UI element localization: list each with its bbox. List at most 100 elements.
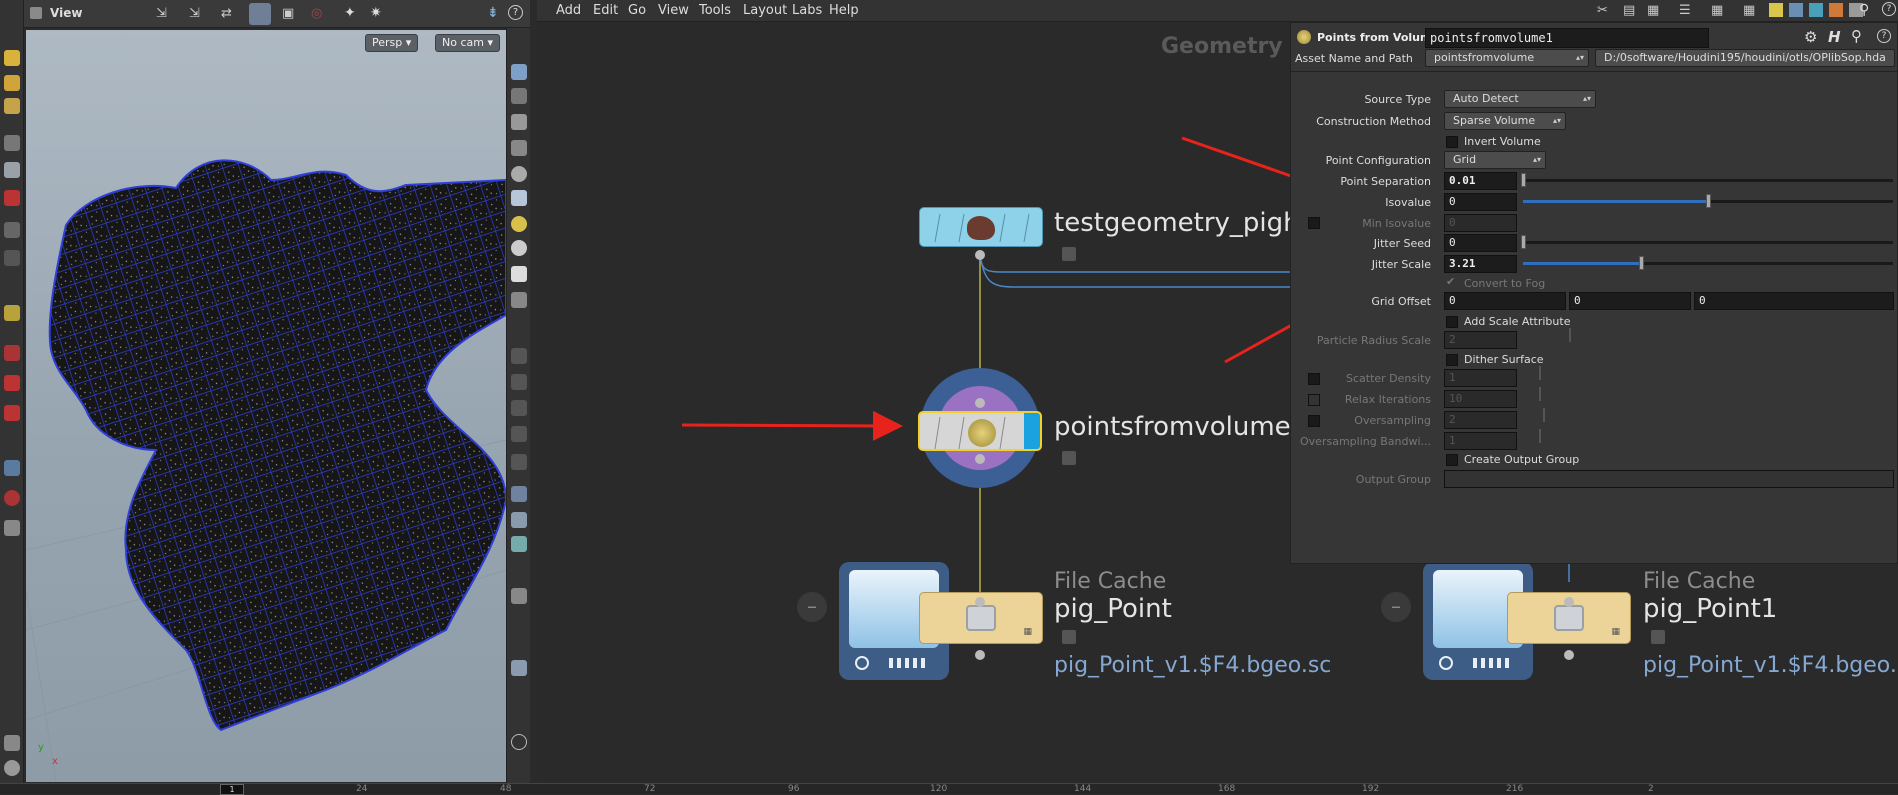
network-grid-icon[interactable]: ▦ bbox=[1743, 3, 1755, 18]
current-frame-field[interactable]: 1 bbox=[220, 784, 244, 795]
background-image-icon[interactable] bbox=[511, 660, 527, 676]
slider-handle[interactable] bbox=[1706, 194, 1711, 208]
snap-grid-icon[interactable] bbox=[4, 250, 20, 266]
headlight-icon[interactable] bbox=[511, 216, 527, 232]
select-loop-icon[interactable]: ⇄ bbox=[221, 6, 232, 21]
select-tool-icon[interactable] bbox=[4, 50, 20, 66]
menu-labs[interactable]: Labs bbox=[792, 3, 822, 18]
point-configuration-dropdown[interactable]: Grid ▴▾ bbox=[1444, 151, 1546, 169]
menu-go[interactable]: Go bbox=[628, 3, 646, 18]
network-help-icon[interactable]: ? bbox=[1882, 2, 1896, 16]
grid-icon[interactable]: ▦ bbox=[1711, 3, 1723, 18]
shaded-icon[interactable] bbox=[511, 166, 527, 182]
pose-icon[interactable] bbox=[4, 305, 20, 321]
sculpt-icon[interactable] bbox=[4, 405, 20, 421]
slider-handle[interactable] bbox=[1521, 235, 1526, 249]
help-icon[interactable]: ? bbox=[508, 5, 523, 20]
menu-edit[interactable]: Edit bbox=[593, 3, 618, 18]
oversampling-field[interactable]: 2 bbox=[1444, 411, 1517, 429]
light-icon[interactable] bbox=[511, 190, 527, 206]
record-icon[interactable] bbox=[4, 490, 20, 506]
list-icon[interactable]: ☰ bbox=[1679, 3, 1691, 18]
select-connected-icon[interactable] bbox=[249, 3, 271, 25]
record-stop-icon[interactable]: ◎ bbox=[311, 6, 322, 21]
transform-tool-icon[interactable] bbox=[4, 75, 20, 91]
checkmark-icon[interactable]: ✔ bbox=[1446, 275, 1455, 288]
timeline[interactable]: 1 24 48 72 96 120 144 168 192 216 2 bbox=[0, 783, 1898, 795]
uv-display-icon[interactable] bbox=[511, 486, 527, 502]
snapshot-icon[interactable] bbox=[511, 588, 527, 604]
network-box-icon[interactable] bbox=[1789, 3, 1803, 17]
3d-viewport[interactable]: Persp ▾ No cam ▾ y x bbox=[26, 30, 506, 782]
settings-icon[interactable] bbox=[4, 735, 20, 751]
number-display-icon[interactable] bbox=[511, 426, 527, 442]
grid-offset-x-field[interactable]: 0 bbox=[1444, 292, 1566, 310]
primitive-display-icon[interactable] bbox=[511, 400, 527, 416]
point-separation-slider[interactable] bbox=[1521, 173, 1893, 187]
point-separation-field[interactable]: 0.01 bbox=[1444, 172, 1517, 190]
slider-handle[interactable] bbox=[1639, 256, 1644, 270]
output-group-field[interactable] bbox=[1444, 470, 1894, 488]
color-palette-icon[interactable] bbox=[1829, 3, 1843, 17]
ghost-icon[interactable] bbox=[511, 88, 527, 104]
lights-icon[interactable]: ✷ bbox=[370, 5, 382, 21]
create-output-group-checkbox[interactable] bbox=[1446, 454, 1458, 466]
sphere-icon[interactable] bbox=[4, 760, 20, 776]
select-region-icon[interactable]: ⇲ bbox=[189, 6, 200, 21]
vertex-display-icon[interactable] bbox=[511, 454, 527, 470]
display-option-icon[interactable] bbox=[511, 64, 527, 80]
jitter-scale-slider[interactable] bbox=[1523, 256, 1893, 270]
sticky-note-icon[interactable] bbox=[1769, 3, 1783, 17]
asset-path-field[interactable]: D:/0software/Houdini195/houdini/otls/OPl… bbox=[1595, 49, 1895, 67]
wireframe-icon[interactable] bbox=[511, 140, 527, 156]
parm-help-icon[interactable]: ? bbox=[1877, 29, 1891, 43]
jitter-scale-field[interactable]: 3.21 bbox=[1444, 255, 1517, 273]
handle-tool-icon[interactable] bbox=[4, 98, 20, 114]
menu-tools[interactable]: Tools bbox=[699, 3, 731, 18]
gear-icon[interactable]: ⚙ bbox=[1804, 28, 1817, 46]
box-select-icon[interactable]: ▣ bbox=[282, 6, 294, 21]
layout-icon[interactable]: ▤ bbox=[1623, 3, 1635, 18]
grid-offset-z-field[interactable]: 0 bbox=[1694, 292, 1894, 310]
source-type-dropdown[interactable]: Auto Detect ▴▾ bbox=[1444, 90, 1596, 108]
min-isovalue-field[interactable]: 0 bbox=[1444, 214, 1517, 232]
menu-add[interactable]: Add bbox=[556, 3, 581, 18]
invert-volume-checkbox[interactable] bbox=[1446, 136, 1458, 148]
select-mode-icon[interactable]: ⇲ bbox=[156, 6, 167, 21]
brush-icon[interactable] bbox=[4, 345, 20, 361]
construction-method-dropdown[interactable]: Sparse Volume ▴▾ bbox=[1444, 112, 1566, 130]
oversampling-slider[interactable] bbox=[1543, 408, 1545, 422]
point-display-icon[interactable] bbox=[511, 348, 527, 364]
persp-menu-button[interactable]: Persp ▾ bbox=[365, 34, 419, 52]
scatter-density-slider[interactable] bbox=[1539, 366, 1541, 380]
shadow-icon[interactable] bbox=[511, 240, 527, 256]
relax-iterations-slider[interactable] bbox=[1539, 387, 1541, 401]
selection-list-icon[interactable]: ⇟ bbox=[487, 5, 499, 21]
image-icon[interactable] bbox=[1809, 3, 1823, 17]
snap-icon[interactable] bbox=[4, 222, 20, 238]
particle-radius-scale-field[interactable]: 2 bbox=[1444, 331, 1517, 349]
dither-surface-checkbox[interactable] bbox=[1446, 354, 1458, 366]
tree-icon[interactable]: ▦ bbox=[1647, 3, 1659, 18]
menu-layout[interactable]: Layout bbox=[743, 3, 787, 18]
menu-view[interactable]: View bbox=[658, 3, 689, 18]
arrow-tool-icon[interactable] bbox=[4, 135, 20, 151]
paint-icon[interactable] bbox=[4, 375, 20, 391]
normal-display-icon[interactable] bbox=[511, 374, 527, 390]
lock-camera-icon[interactable] bbox=[511, 114, 527, 130]
camera-icon[interactable] bbox=[4, 460, 20, 476]
particle-radius-scale-slider[interactable] bbox=[1569, 328, 1571, 342]
tools-icon[interactable]: ✂ bbox=[1597, 3, 1608, 18]
gizmo-icon[interactable]: ✦ bbox=[344, 5, 356, 21]
isovalue-slider[interactable] bbox=[1523, 194, 1893, 208]
search-params-icon[interactable]: ⚲ bbox=[1851, 27, 1862, 45]
menu-help[interactable]: Help bbox=[829, 3, 859, 18]
geometry-display-icon[interactable] bbox=[511, 292, 527, 308]
grid-offset-y-field[interactable]: 0 bbox=[1569, 292, 1691, 310]
node-name-field[interactable]: pointsfromvolume1 bbox=[1425, 28, 1709, 48]
texture-icon[interactable] bbox=[511, 266, 527, 282]
scatter-density-field[interactable]: 1 bbox=[1444, 369, 1517, 387]
asset-name-dropdown[interactable]: pointsfromvolume ▴▾ bbox=[1425, 49, 1589, 67]
add-scale-attribute-checkbox[interactable] bbox=[1446, 316, 1458, 328]
magnet-icon[interactable] bbox=[4, 190, 20, 206]
